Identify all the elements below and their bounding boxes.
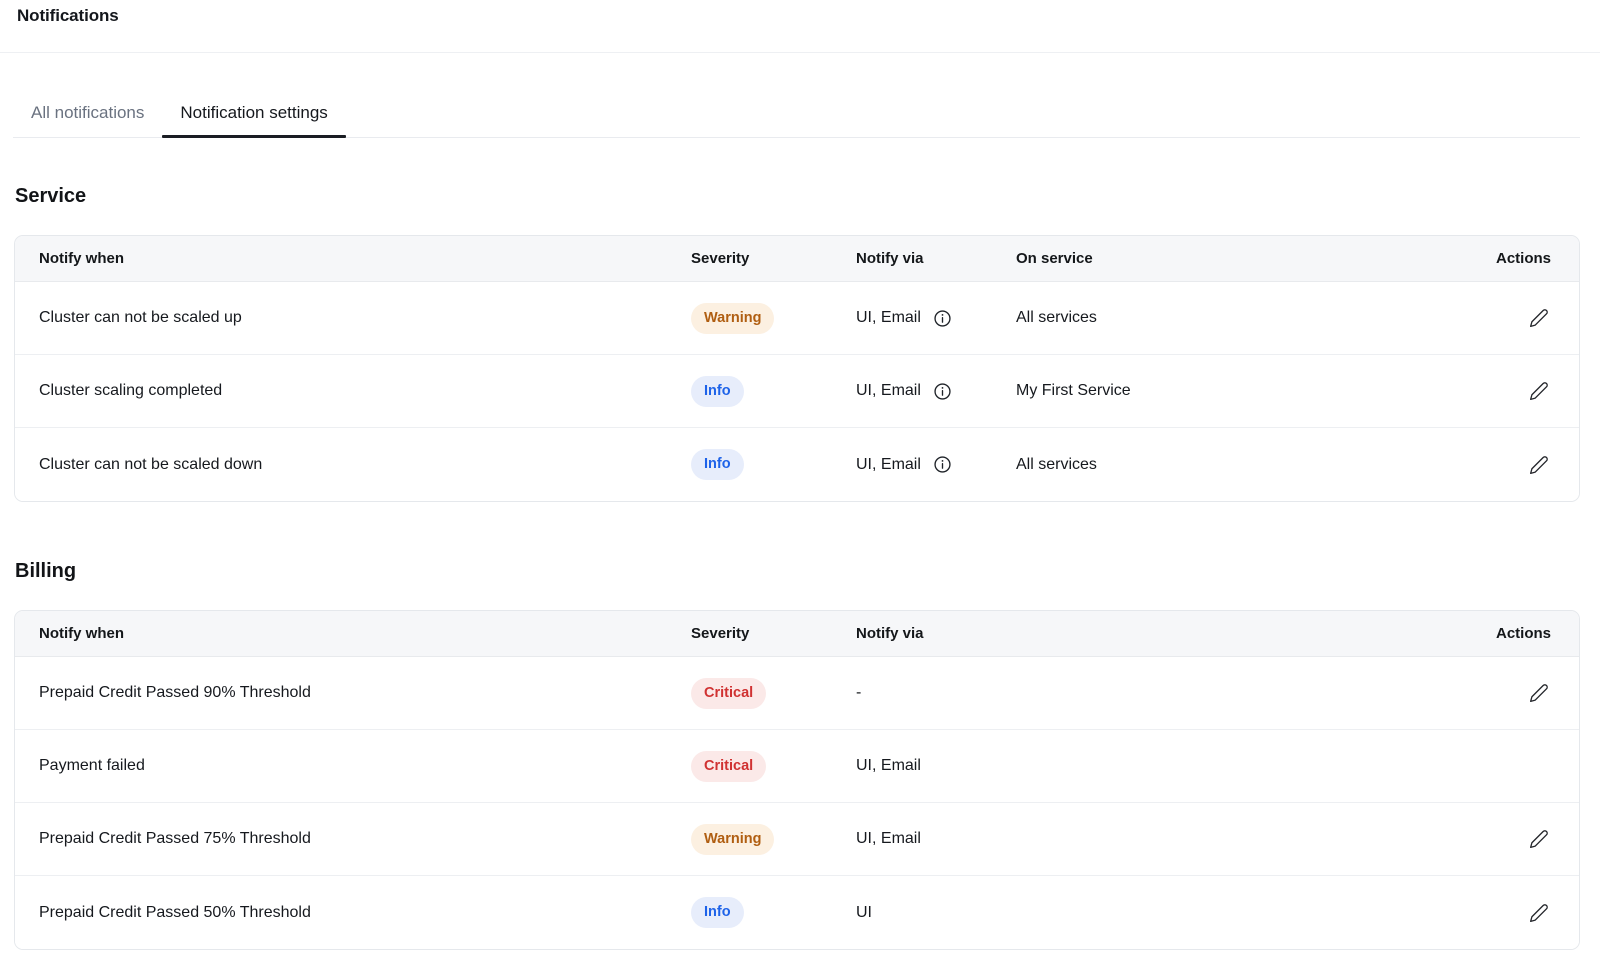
edit-button[interactable]	[1527, 901, 1551, 925]
severity-cell: Warning	[691, 824, 856, 855]
severity-cell: Info	[691, 376, 856, 407]
column-header-actions: Actions	[1511, 250, 1551, 267]
pencil-icon	[1529, 381, 1549, 401]
severity-badge: Critical	[691, 678, 766, 709]
column-header-actions: Actions	[1511, 625, 1551, 642]
severity-cell: Info	[691, 449, 856, 480]
page-title: Notifications	[17, 6, 1600, 26]
notify-when-cell: Cluster scaling completed	[39, 382, 691, 400]
column-header-notify-when: Notify when	[39, 250, 691, 267]
table-row: Prepaid Credit Passed 50% Threshold Info…	[15, 876, 1579, 949]
severity-badge: Warning	[691, 303, 774, 334]
notify-when-cell: Payment failed	[39, 757, 691, 775]
table-row: Cluster can not be scaled up Warning UI,…	[15, 282, 1579, 355]
table-header-row: Notify when Severity Notify via On servi…	[15, 236, 1579, 282]
info-circle-icon[interactable]	[933, 382, 952, 401]
edit-button[interactable]	[1527, 827, 1551, 851]
actions-cell	[1511, 827, 1551, 851]
severity-badge: Info	[691, 376, 744, 407]
notify-via-cell: UI, Email	[856, 757, 1511, 775]
pencil-icon	[1529, 829, 1549, 849]
tab-bar: All notifications Notification settings	[13, 88, 1580, 138]
on-service-cell: All services	[1016, 456, 1511, 474]
notify-when-cell: Prepaid Credit Passed 90% Threshold	[39, 684, 691, 702]
edit-button[interactable]	[1527, 306, 1551, 330]
billing-table: Notify when Severity Notify via Actions …	[14, 610, 1580, 950]
notify-via-cell: -	[856, 684, 1511, 702]
notify-via-text: UI, Email	[856, 382, 921, 400]
page-header: Notifications	[0, 0, 1600, 53]
table-row: Prepaid Credit Passed 75% Threshold Warn…	[15, 803, 1579, 876]
notify-via-cell: UI, Email	[856, 382, 1016, 401]
column-header-notify-via: Notify via	[856, 625, 1511, 642]
table-row: Cluster scaling completed Info UI, Email…	[15, 355, 1579, 428]
notify-when-cell: Cluster can not be scaled down	[39, 456, 691, 474]
table-row: Payment failed Critical UI, Email	[15, 730, 1579, 803]
tab-notification-settings[interactable]: Notification settings	[162, 88, 345, 137]
table-header-row: Notify when Severity Notify via Actions	[15, 611, 1579, 657]
on-service-cell: All services	[1016, 309, 1511, 327]
edit-button[interactable]	[1527, 453, 1551, 477]
actions-cell	[1511, 901, 1551, 925]
pencil-icon	[1529, 455, 1549, 475]
tab-all-notifications[interactable]: All notifications	[13, 88, 162, 137]
pencil-icon	[1529, 683, 1549, 703]
column-header-on-service: On service	[1016, 250, 1511, 267]
edit-button[interactable]	[1527, 379, 1551, 403]
actions-cell	[1511, 453, 1551, 477]
severity-cell: Critical	[691, 751, 856, 782]
notify-when-cell: Cluster can not be scaled up	[39, 309, 691, 327]
severity-cell: Critical	[691, 678, 856, 709]
notify-via-cell: UI	[856, 904, 1511, 922]
notify-via-cell: UI, Email	[856, 309, 1016, 328]
severity-badge: Warning	[691, 824, 774, 855]
notify-via-cell: UI, Email	[856, 830, 1511, 848]
severity-cell: Info	[691, 897, 856, 928]
notify-via-cell: UI, Email	[856, 455, 1016, 474]
actions-cell	[1511, 306, 1551, 330]
notify-via-text: UI, Email	[856, 456, 921, 474]
column-header-severity: Severity	[691, 250, 856, 267]
notify-when-cell: Prepaid Credit Passed 50% Threshold	[39, 904, 691, 922]
edit-button[interactable]	[1527, 681, 1551, 705]
info-circle-icon[interactable]	[933, 455, 952, 474]
severity-badge: Critical	[691, 751, 766, 782]
severity-badge: Info	[691, 897, 744, 928]
service-table: Notify when Severity Notify via On servi…	[14, 235, 1580, 502]
section-title-billing: Billing	[15, 559, 1600, 583]
severity-cell: Warning	[691, 303, 856, 334]
section-title-service: Service	[15, 184, 1600, 208]
on-service-cell: My First Service	[1016, 382, 1511, 400]
notify-when-cell: Prepaid Credit Passed 75% Threshold	[39, 830, 691, 848]
table-row: Cluster can not be scaled down Info UI, …	[15, 428, 1579, 501]
actions-cell	[1511, 681, 1551, 705]
column-header-notify-when: Notify when	[39, 625, 691, 642]
notify-via-text: UI, Email	[856, 309, 921, 327]
actions-cell	[1511, 379, 1551, 403]
table-row: Prepaid Credit Passed 90% Threshold Crit…	[15, 657, 1579, 730]
info-circle-icon[interactable]	[933, 309, 952, 328]
column-header-notify-via: Notify via	[856, 250, 1016, 267]
severity-badge: Info	[691, 449, 744, 480]
pencil-icon	[1529, 308, 1549, 328]
pencil-icon	[1529, 903, 1549, 923]
column-header-severity: Severity	[691, 625, 856, 642]
